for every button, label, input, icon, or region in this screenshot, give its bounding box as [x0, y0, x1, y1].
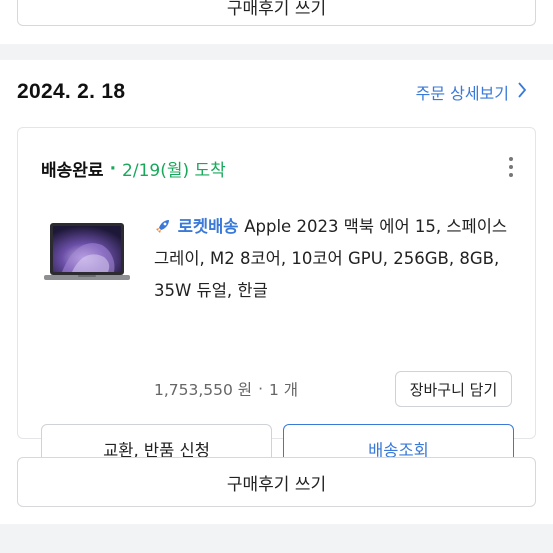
- chevron-right-icon: [517, 81, 527, 103]
- write-review-button[interactable]: 구매후기 쓰기: [17, 457, 536, 507]
- shipment-card: 배송완료 · 2/19(월) 도착 로켓배송 Apple 2023 맥북 에어 …: [17, 127, 536, 474]
- previous-order-card: 구매후기 쓰기: [0, 0, 553, 44]
- previous-review-button[interactable]: 구매후기 쓰기: [17, 0, 536, 26]
- rocket-delivery-badge: 로켓배송: [154, 217, 244, 236]
- product-thumbnail[interactable]: [41, 212, 133, 298]
- shipment-status-row: 배송완료 · 2/19(월) 도착: [41, 156, 226, 182]
- price-separator: ·: [258, 380, 264, 398]
- order-section: 2024. 2. 18 주문 상세보기 배송완료 · 2/19(월) 도착 로켓…: [0, 60, 553, 524]
- product-info[interactable]: 로켓배송 Apple 2023 맥북 에어 15, 스페이스 그레이, M2 8…: [154, 211, 514, 307]
- order-date: 2024. 2. 18: [17, 80, 126, 103]
- product-price: 1,753,550 원: [154, 381, 253, 399]
- arrival-date: 2/19(월) 도착: [122, 161, 226, 181]
- order-detail-link[interactable]: 주문 상세보기: [416, 80, 527, 104]
- order-detail-label: 주문 상세보기: [415, 84, 509, 103]
- status-separator: ·: [109, 158, 117, 179]
- add-to-cart-button[interactable]: 장바구니 담기: [395, 371, 512, 407]
- kebab-menu-icon[interactable]: [507, 157, 515, 177]
- rocket-icon: [156, 220, 169, 233]
- delivery-status: 배송완료: [41, 161, 104, 181]
- product-quantity: 1 개: [269, 381, 299, 399]
- price-row: 1,753,550 원 · 1 개: [154, 378, 298, 400]
- rocket-delivery-label: 로켓배송: [177, 217, 239, 236]
